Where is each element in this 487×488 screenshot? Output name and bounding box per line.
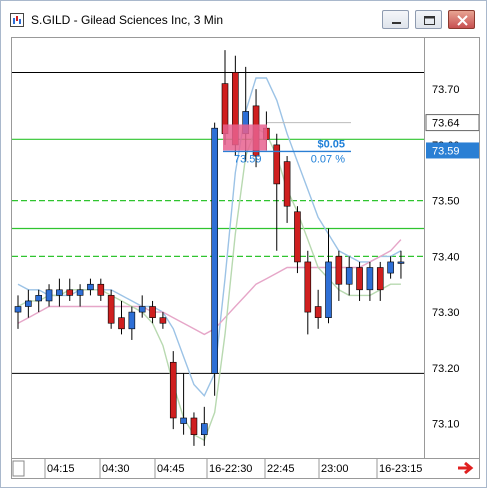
chart-area[interactable]: $0.050.07 %73.59 73.7073.6073.5073.4073.… [9,37,480,481]
candle-body [66,289,74,296]
time-tick-label: 16-22:30 [209,463,252,475]
candle-body [335,256,343,285]
candle-body [35,295,43,302]
candle-body [118,317,125,330]
price-tick-label: 73.10 [432,419,460,431]
candle-body [366,267,374,291]
candle-body [356,267,363,291]
scroll-box[interactable] [12,460,25,477]
candle-19 [211,122,218,396]
chart-window: S.GILD - Gilead Sciences Inc, 3 Min $0.0… [0,0,487,488]
close-button[interactable] [448,10,475,29]
price-tick-label: 73.40 [432,251,460,263]
time-tick-label: 04:15 [47,463,75,475]
window-title: S.GILD - Gilead Sciences Inc, 3 Min [31,13,224,27]
candle-body [314,306,322,318]
time-tick-label: 23:00 [321,463,349,475]
last-price-marker-text: 73.64 [432,118,460,130]
candle-body [14,306,22,313]
candle-body [25,300,32,307]
time-tick-label: 22:45 [267,463,295,475]
candle-body [211,127,218,374]
candle-body [149,306,156,318]
candle-body [283,161,291,207]
candle-15 [169,351,177,430]
candle-body [138,306,146,313]
candle-body [397,261,405,264]
minimize-icon [392,22,401,24]
price-tick-label: 73.70 [432,84,460,96]
candle-body [387,261,394,274]
candle-body [294,211,301,263]
candle-body [190,417,198,436]
candle-body [325,261,332,318]
time-tick-label: 04:45 [157,463,185,475]
title-bar[interactable]: S.GILD - Gilead Sciences Inc, 3 Min [1,1,486,37]
candle-body [76,289,84,296]
candle-body [345,267,353,285]
candle-body [169,361,177,419]
current-price-marker-text: 73.59 [432,145,460,157]
candle-body [304,261,312,313]
candle-body [180,417,187,424]
order-box [223,124,267,151]
candle-body [107,295,115,324]
candle-9 [107,289,115,329]
order-price-text: 73.59 [234,153,262,165]
candle-body [273,144,281,185]
candle-body [201,423,208,436]
candle-body [128,311,136,330]
price-chart[interactable]: $0.050.07 %73.59 73.7073.6073.5073.4073.… [9,37,480,481]
time-tick-label: 16-23:15 [379,463,422,475]
order-change-pct-text: 0.07 % [311,153,345,165]
minimize-button[interactable] [382,10,409,29]
price-tick-label: 73.50 [432,196,460,208]
time-tick-label: 04:30 [102,463,130,475]
restore-button[interactable] [415,10,442,29]
candle-body [159,317,167,324]
close-icon [457,15,468,26]
chart-app-icon [10,13,24,27]
price-tick-label: 73.20 [432,363,460,375]
candle-body [56,289,63,296]
candle-body [45,289,53,302]
restore-icon [424,16,435,25]
price-tick-label: 73.30 [432,307,460,319]
candle-body [87,283,94,291]
candle-body [97,283,105,296]
candle-body [376,267,384,291]
order-change-text: $0.05 [317,138,345,150]
